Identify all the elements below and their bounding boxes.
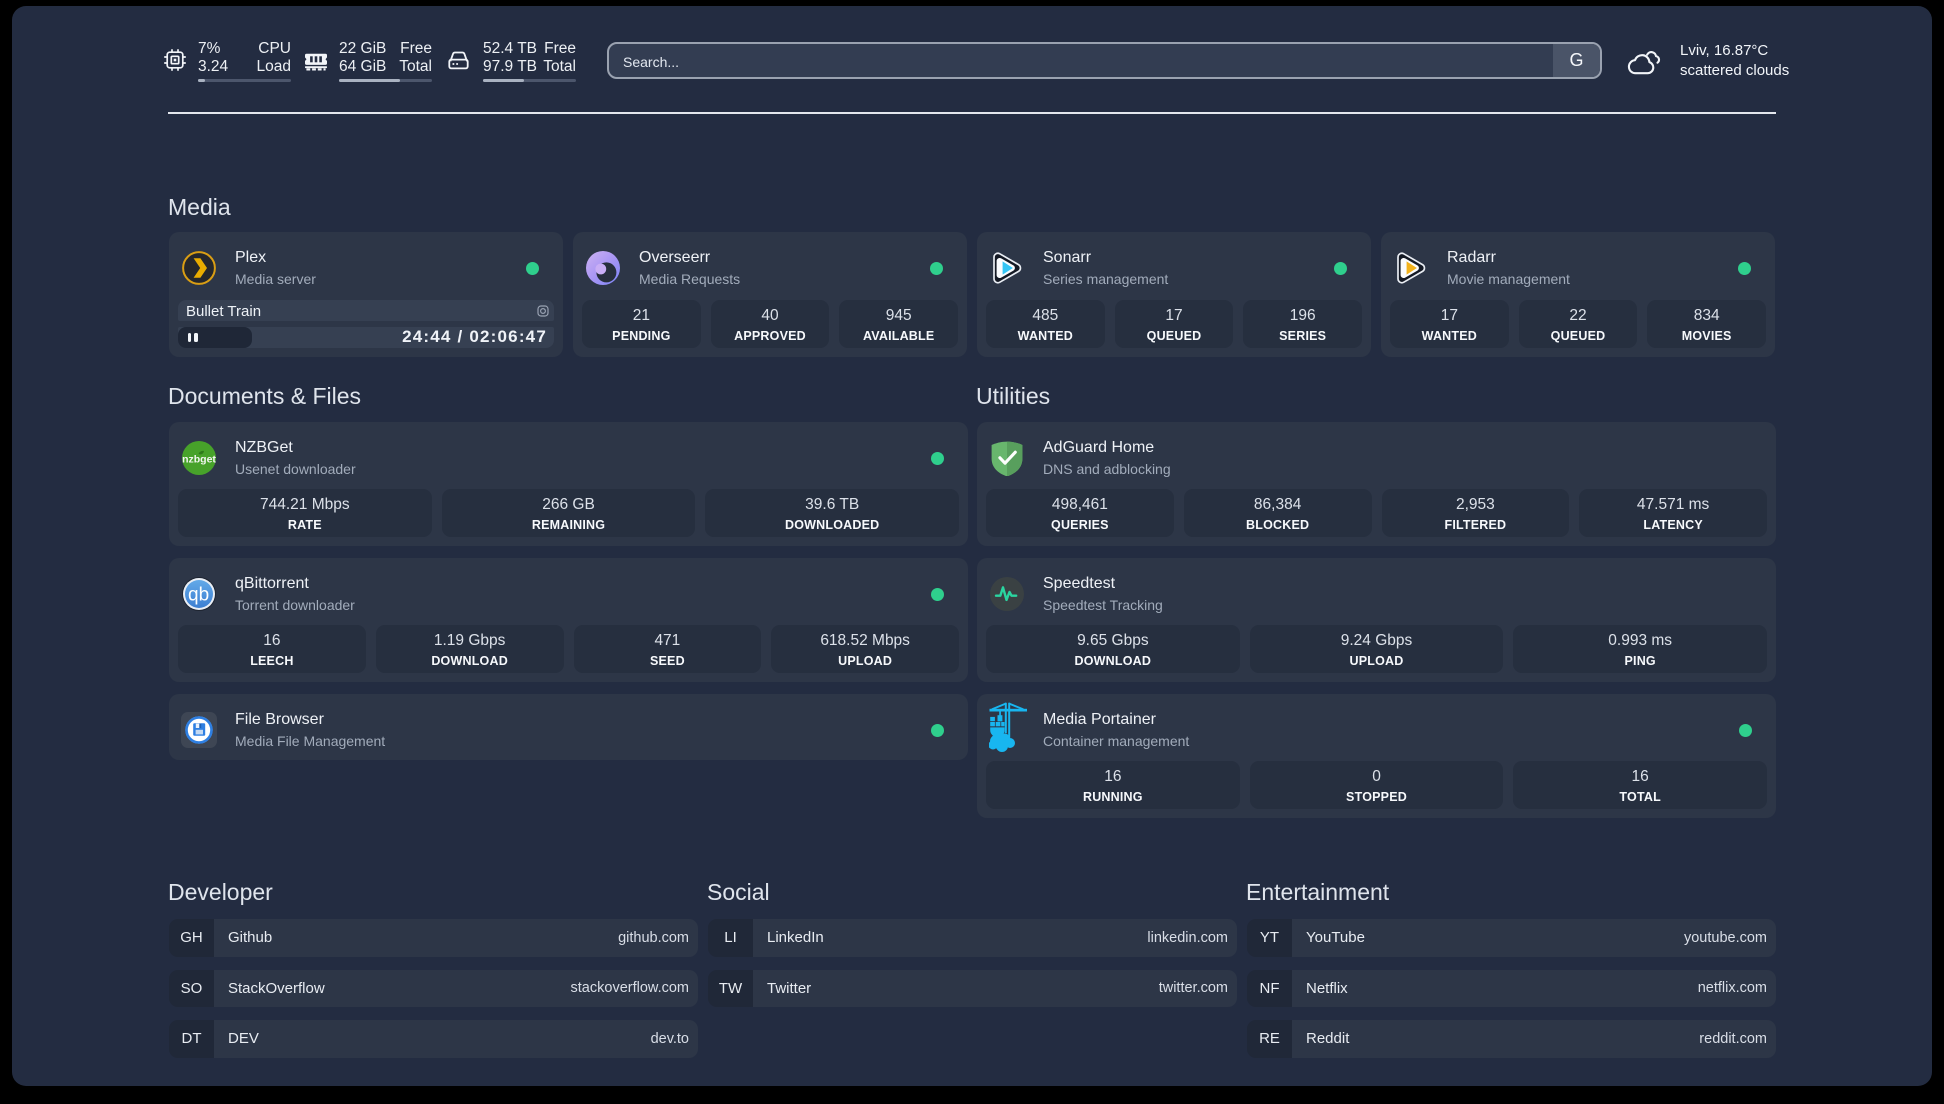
svg-text:qb: qb (188, 585, 209, 606)
svg-text:nzbget: nzbget (182, 454, 216, 466)
